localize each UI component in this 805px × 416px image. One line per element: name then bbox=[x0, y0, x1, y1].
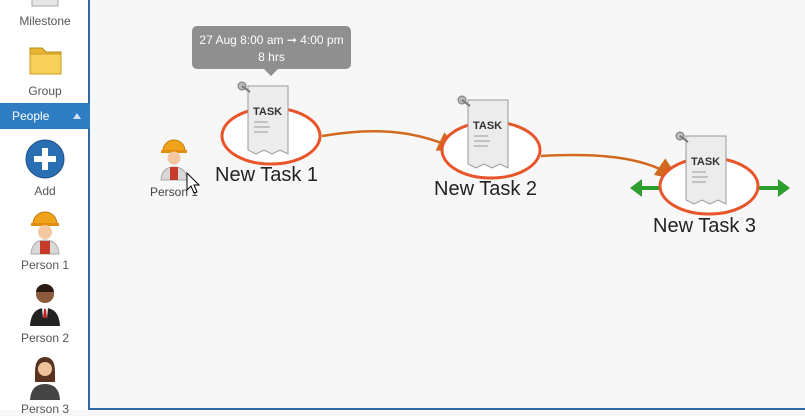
task-1-label[interactable]: New Task 1 bbox=[215, 164, 318, 187]
tooltip-time-range: 27 Aug 8:00 am ➞ 4:00 pm bbox=[199, 33, 344, 47]
tooltip-arrow bbox=[264, 69, 278, 76]
task-node-3[interactable]: TASK bbox=[656, 130, 762, 218]
task-node-2[interactable]: TASK bbox=[438, 94, 544, 182]
task-3-doc-title: TASK bbox=[691, 156, 720, 168]
task-1-doc-title: TASK bbox=[253, 106, 282, 118]
tooltip-duration: 8 hrs bbox=[258, 50, 285, 64]
task-2-label[interactable]: New Task 2 bbox=[434, 178, 537, 201]
task-node-1[interactable]: TASK bbox=[218, 80, 324, 168]
task-2-doc-title: TASK bbox=[473, 120, 502, 132]
task-tooltip: 27 Aug 8:00 am ➞ 4:00 pm 8 hrs bbox=[192, 26, 351, 76]
mouse-cursor-icon bbox=[186, 172, 201, 194]
task-3-label[interactable]: New Task 3 bbox=[653, 215, 756, 238]
